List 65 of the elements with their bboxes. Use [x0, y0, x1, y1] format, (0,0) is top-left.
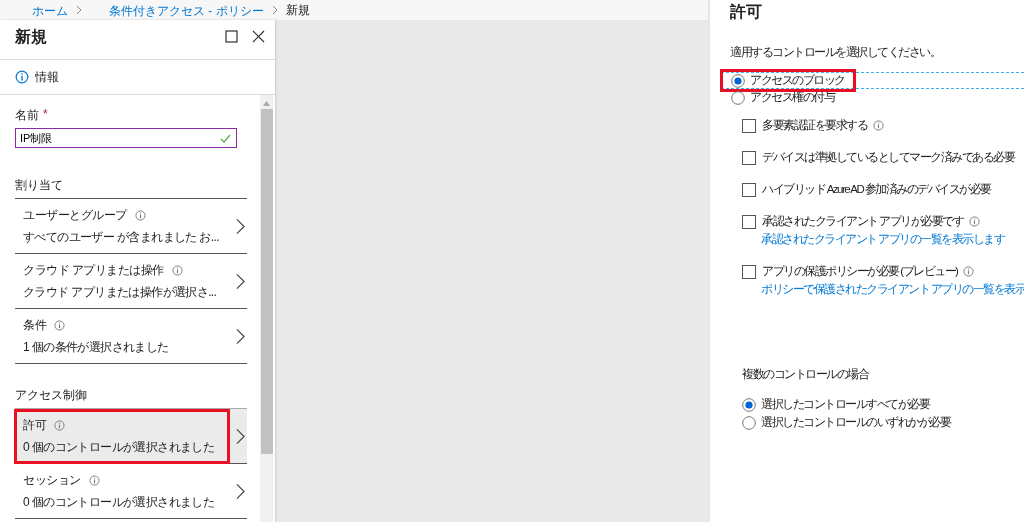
- radio-label[interactable]: アクセス権の付与: [750, 90, 834, 105]
- item-summary: クラウド アプリまたは操作が選択さ...: [23, 283, 218, 301]
- checkbox[interactable]: [742, 118, 756, 133]
- name-field[interactable]: IP制限: [15, 128, 237, 148]
- menu-item[interactable]: セッション 0 個のコントロールが選択されました: [15, 464, 247, 519]
- item-title: セッション: [23, 471, 81, 489]
- maximize-icon[interactable]: [225, 30, 238, 43]
- item-summary: 0 個のコントロールが選択されました: [23, 493, 216, 511]
- checkbox-label[interactable]: アプリの保護ポリシーが必要 (プレビュー): [762, 264, 958, 279]
- scrollbar[interactable]: [260, 95, 273, 522]
- breadcrumb-link[interactable]: 条件付きアクセス - ポリシー: [109, 3, 264, 20]
- chevron-right-icon: [236, 272, 245, 290]
- info-icon: [171, 264, 183, 276]
- item-summary: すべてのユーザー が含まれました お...: [23, 228, 221, 246]
- chevron-right-icon: [236, 327, 245, 345]
- checkbox[interactable]: [742, 150, 756, 165]
- chevron-right-icon: [236, 482, 245, 500]
- info-icon: [15, 70, 29, 84]
- info-link[interactable]: 情報: [35, 68, 59, 86]
- breadcrumb-current: 新規: [285, 1, 310, 19]
- field-label: 名前: [15, 107, 39, 124]
- scroll-thumb[interactable]: [260, 109, 273, 454]
- breadcrumb-link[interactable]: ホーム: [32, 3, 68, 20]
- radio-button[interactable]: [731, 90, 745, 105]
- info-icon: [88, 474, 100, 486]
- checkbox[interactable]: [742, 182, 756, 197]
- item-title: ユーザーとグループ: [23, 206, 127, 224]
- close-icon[interactable]: [252, 30, 265, 43]
- chevron-right-icon: [236, 217, 245, 235]
- checkbox[interactable]: [742, 264, 756, 279]
- checkbox-label[interactable]: デバイスは準拠しているとしてマーク済みである必要: [762, 150, 1014, 165]
- radio-label[interactable]: 選択したコントロールすべてが必要: [761, 397, 929, 412]
- menu-item[interactable]: ユーザーとグループ すべてのユーザー が含まれました お...: [15, 199, 247, 254]
- menu-item[interactable]: クラウド アプリまたは操作 クラウド アプリまたは操作が選択さ...: [15, 254, 247, 309]
- radio-button[interactable]: [731, 73, 745, 88]
- radio-button[interactable]: [742, 415, 756, 430]
- list-link[interactable]: 承認されたクライアント アプリの一覧を表示します: [761, 232, 1024, 247]
- checkbox-label[interactable]: 多要素認証を要求する: [762, 118, 867, 133]
- item-summary: 1 個の条件が選択されました: [23, 338, 170, 356]
- section-heading: 割り当て: [15, 178, 247, 199]
- radio-button[interactable]: [742, 397, 756, 412]
- menu-item[interactable]: 許可 0 個のコントロールが選択されました: [15, 409, 247, 464]
- chevron-right-icon: [271, 5, 278, 15]
- checkbox-label[interactable]: ハイブリッド Azure AD 参加済みのデバイスが必要: [762, 182, 991, 197]
- blade-title: 新規: [15, 27, 48, 47]
- item-title: クラウド アプリまたは操作: [23, 261, 164, 279]
- required-mark: *: [43, 107, 48, 123]
- checkbox-label[interactable]: 承認されたクライアント アプリが必要です: [762, 214, 964, 229]
- instruction-text: 適用するコントロールを選択してください。: [730, 45, 941, 60]
- info-icon: [134, 209, 146, 221]
- list-link[interactable]: ポリシーで保護されたクライアント アプリの一覧を表示: [761, 282, 1024, 297]
- radio-label[interactable]: アクセスのブロック: [750, 73, 845, 88]
- panel-title: 許可: [730, 2, 763, 22]
- checkbox[interactable]: [742, 214, 756, 229]
- chevron-right-icon: [236, 427, 245, 445]
- item-summary: 0 個のコントロールが選択されました: [23, 438, 216, 456]
- info-icon: [54, 419, 65, 431]
- section-heading: 複数のコントロールの場合: [742, 367, 870, 382]
- item-title: 許可: [23, 416, 46, 434]
- radio-label[interactable]: 選択したコントロールのいずれかが必要: [761, 415, 950, 430]
- menu-item[interactable]: 条件 1 個の条件が選択されました: [15, 309, 247, 364]
- chevron-right-icon: [76, 5, 82, 15]
- section-heading: アクセス制御: [15, 388, 247, 409]
- item-title: 条件: [23, 316, 46, 334]
- info-icon: [54, 319, 65, 331]
